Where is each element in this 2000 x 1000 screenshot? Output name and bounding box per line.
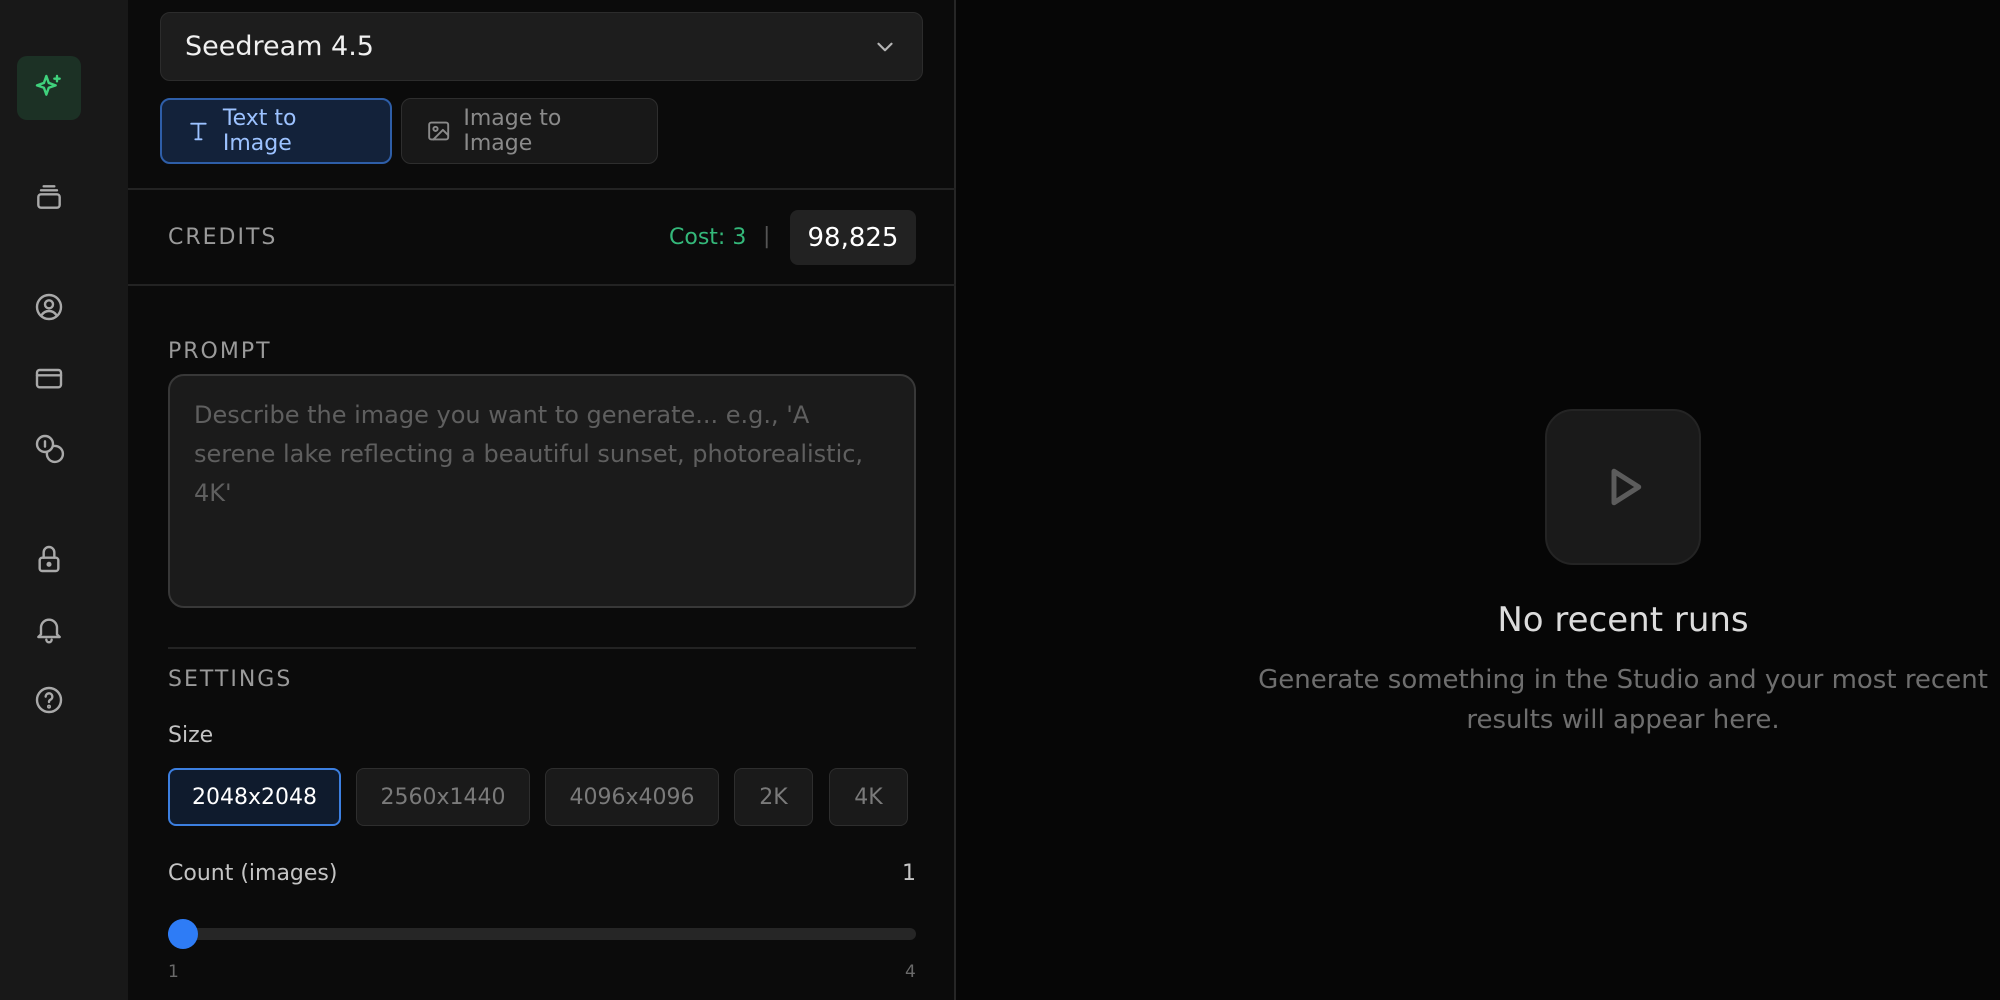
play-icon <box>1611 468 1642 506</box>
credit-card-icon <box>35 368 63 389</box>
sparkles-icon <box>35 74 61 96</box>
divider <box>128 284 956 286</box>
user-circle-icon <box>35 293 63 321</box>
divider <box>128 188 956 190</box>
settings-heading: SETTINGS <box>168 667 293 692</box>
prompt-input[interactable] <box>194 396 890 586</box>
size-option[interactable]: 2K <box>734 768 813 826</box>
empty-state-description: Generate something in the Studio and you… <box>1258 665 1988 735</box>
tab-image-to-image-label: Image to Image <box>463 106 562 156</box>
studio-nav-button[interactable] <box>17 56 81 120</box>
notifications-nav-button[interactable] <box>17 597 81 661</box>
tab-text-to-image[interactable]: Text to Image <box>160 98 392 164</box>
credits-separator: | <box>763 224 771 249</box>
lock-icon <box>38 545 60 573</box>
tab-image-to-image[interactable]: Image to Image <box>401 98 658 164</box>
count-value: 1 <box>902 861 916 886</box>
count-slider-thumb[interactable] <box>168 919 198 949</box>
size-option[interactable]: 2560x1440 <box>356 768 530 826</box>
divider <box>168 647 916 649</box>
count-slider-min: 1 <box>168 962 179 982</box>
text-icon <box>190 122 207 141</box>
account-nav-button[interactable] <box>17 275 81 339</box>
chevron-down-icon <box>877 42 893 51</box>
model-select[interactable]: Seedream 4.5 <box>160 12 923 81</box>
empty-state-title: No recent runs <box>1497 600 1749 640</box>
coins-icon <box>35 434 65 464</box>
prompt-heading: PROMPT <box>168 339 272 364</box>
generation-panel: Seedream 4.5 Text to Image Image to Imag… <box>128 0 956 1000</box>
layers-icon <box>37 185 61 209</box>
count-slider[interactable] <box>168 919 916 949</box>
credits-balance: 98,825 <box>790 210 916 265</box>
history-nav-button[interactable] <box>17 165 81 229</box>
credits-cost: Cost: 3 <box>669 225 747 250</box>
model-select-value: Seedream 4.5 <box>185 31 374 62</box>
count-slider-max: 4 <box>905 962 916 982</box>
count-label: Count (images) <box>168 861 338 886</box>
help-nav-button[interactable] <box>17 668 81 732</box>
size-option[interactable]: 2048x2048 <box>168 768 341 826</box>
size-option[interactable]: 4K <box>829 768 908 826</box>
tab-text-to-image-label: Text to Image <box>222 106 297 156</box>
size-option[interactable]: 4096x4096 <box>545 768 719 826</box>
image-icon <box>428 121 450 141</box>
icon-sidebar <box>0 0 128 1000</box>
prompt-field <box>168 374 916 608</box>
security-nav-button[interactable] <box>17 527 81 591</box>
billing-nav-button[interactable] <box>17 346 81 410</box>
empty-state-icon-box <box>1545 409 1701 565</box>
help-circle-icon <box>35 686 63 714</box>
credits-nav-button[interactable] <box>17 416 81 480</box>
credits-heading: CREDITS <box>168 225 278 250</box>
size-label: Size <box>168 723 214 748</box>
results-area: No recent runs Generate something in the… <box>956 0 2000 1000</box>
bell-icon <box>37 618 61 644</box>
